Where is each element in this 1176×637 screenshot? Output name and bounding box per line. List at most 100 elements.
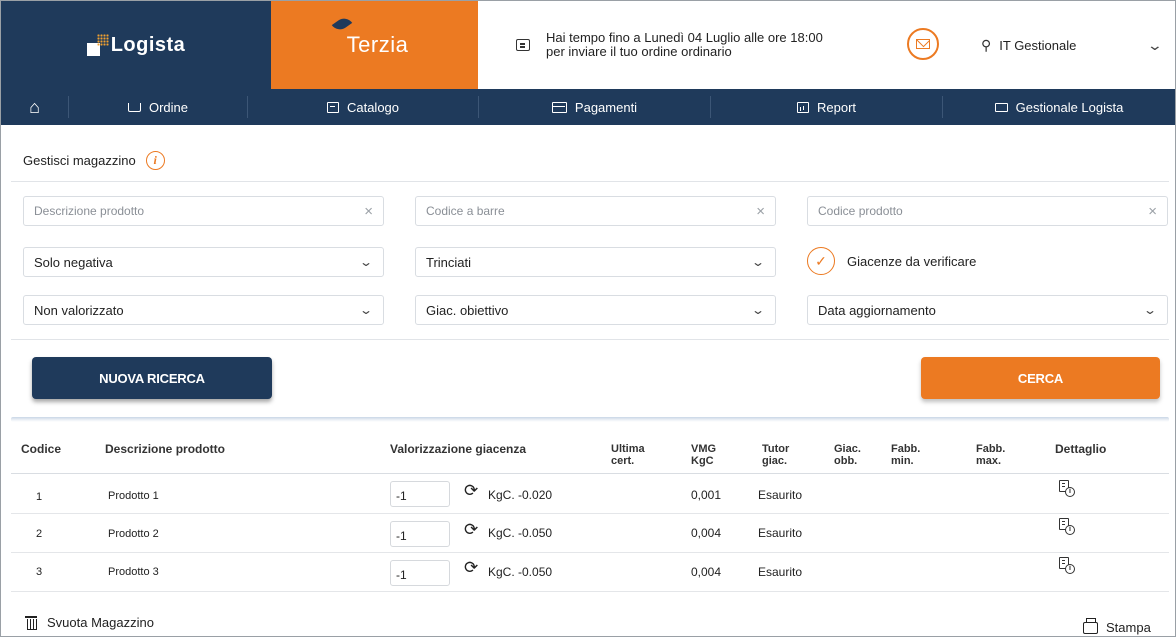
row-codice: 1 [36, 491, 43, 503]
nav-item-pagamenti[interactable]: Pagamenti [479, 96, 711, 118]
col-header-tutor-giac: Tutor giac. [762, 443, 789, 467]
row-kgc: KgC. -0.050 [488, 565, 553, 579]
col-header-descrizione: Descrizione prodotto [105, 442, 226, 456]
col-header-line: VMG [691, 443, 717, 455]
table-row: 3 Prodotto 3 -1 ⟳ KgC. -0.050 0,004 Esau… [11, 552, 1169, 592]
negativa-select[interactable]: Solo negativa ⌄ [23, 247, 384, 277]
detail-icon[interactable]: i [1059, 518, 1075, 535]
nav-item-label: Ordine [148, 99, 189, 115]
main-nav: ⌂ Ordine Catalogo Pagamenti Report Gesti… [1, 89, 1175, 125]
col-header-vmg-kgc: VMG KgC [691, 443, 716, 467]
nav-item-gestionale-logista[interactable]: Gestionale Logista [943, 96, 1175, 118]
col-header-dettaglio: Dettaglio [1055, 442, 1107, 456]
refresh-icon[interactable]: ⟳ [464, 481, 478, 501]
clear-icon[interactable]: × [364, 203, 373, 220]
trash-icon [25, 616, 37, 630]
col-header-line: KgC [691, 455, 714, 467]
nav-item-ordine[interactable]: Ordine [69, 96, 248, 118]
deadline-line-2: per inviare il tuo ordine ordinario [546, 44, 732, 59]
detail-icon[interactable]: i [1059, 557, 1075, 574]
refresh-icon[interactable]: ⟳ [464, 558, 478, 578]
giac-obiettivo-select-value: Giac. obiettivo [426, 302, 509, 318]
chevron-down-icon: ⌄ [358, 255, 374, 269]
codice-barre-placeholder: Codice a barre [426, 204, 505, 218]
svuota-magazzino-label: Svuota Magazzino [47, 615, 154, 630]
cerca-button[interactable]: CERCA [921, 357, 1160, 399]
data-aggiornamento-select[interactable]: Data aggiornamento ⌄ [807, 295, 1168, 325]
col-header-codice: Codice [21, 442, 62, 456]
card-icon [551, 101, 567, 113]
section-separator [11, 417, 1169, 422]
nuova-ricerca-button[interactable]: NUOVA RICERCA [32, 357, 272, 399]
page-title-text: Gestisci magazzino [23, 153, 136, 168]
giac-obiettivo-select[interactable]: Giac. obiettivo ⌄ [415, 295, 776, 325]
user-name: IT Gestionale [999, 38, 1077, 53]
row-vmg: 0,004 [691, 526, 722, 540]
svuota-magazzino-button[interactable]: Svuota Magazzino [25, 615, 154, 630]
giacenze-checkbox-label: Giacenze da verificare [847, 254, 977, 269]
logista-logo-mark [86, 34, 109, 56]
valorizzato-select[interactable]: Non valorizzato ⌄ [23, 295, 384, 325]
divider [11, 181, 1169, 182]
col-header-fabb-max: Fabb. max. [976, 443, 1005, 467]
col-header-line: giac. [762, 455, 788, 467]
categoria-select-value: Trinciati [426, 254, 472, 270]
col-header-line: min. [891, 455, 914, 467]
deadline-line-1: Hai tempo fino a Lunedì 04 Luglio alle o… [546, 30, 823, 45]
logista-logo[interactable]: Logista [1, 1, 271, 89]
row-vmg: 0,001 [691, 488, 722, 502]
nav-item-report[interactable]: Report [711, 96, 943, 118]
nav-item-label: Catalogo [346, 99, 400, 115]
chevron-down-icon[interactable]: ⌄ [1147, 37, 1163, 54]
nav-item-label: Report [816, 99, 857, 115]
col-header-ultima-cert: Ultima cert. [611, 443, 645, 467]
nav-item-catalogo[interactable]: Catalogo [248, 96, 479, 118]
chevron-down-icon: ⌄ [358, 303, 374, 317]
codice-prodotto-placeholder: Codice prodotto [818, 204, 903, 218]
valorizzato-select-value: Non valorizzato [34, 302, 124, 318]
giacenze-checkbox[interactable]: ✓ [807, 247, 835, 275]
col-header-line: Ultima [611, 443, 645, 455]
quantity-input[interactable]: -1 [390, 560, 450, 586]
codice-barre-input[interactable]: Codice a barre × [415, 196, 776, 226]
terzia-logo[interactable]: Terzia [271, 1, 478, 89]
descrizione-prodotto-placeholder: Descrizione prodotto [34, 204, 145, 218]
row-descrizione: Prodotto 2 [108, 528, 159, 540]
quantity-input[interactable]: -1 [390, 521, 450, 547]
row-kgc: KgC. -0.020 [488, 488, 553, 502]
row-codice: 3 [36, 566, 43, 578]
nav-item-label: Gestionale Logista [1015, 99, 1124, 115]
col-header-line: Tutor [762, 443, 790, 455]
clear-icon[interactable]: × [1148, 203, 1157, 220]
col-header-fabb-min: Fabb. min. [891, 443, 920, 467]
stampa-button[interactable]: Stampa [1083, 617, 1151, 635]
home-icon[interactable]: ⌂ [1, 96, 69, 118]
col-header-line: obb. [834, 455, 858, 467]
terzia-logo-text: Terzia [346, 32, 409, 57]
table-row: 1 Prodotto 1 -1 ⟳ KgC. -0.020 0,001 Esau… [11, 474, 1169, 514]
user-menu[interactable]: ⚲ IT Gestionale ⌄ [981, 37, 1171, 54]
info-icon[interactable]: i [145, 151, 165, 170]
clear-icon[interactable]: × [756, 203, 765, 220]
detail-icon[interactable]: i [1059, 480, 1075, 497]
codice-prodotto-input[interactable]: Codice prodotto × [807, 196, 1168, 226]
chart-icon [796, 101, 809, 113]
categoria-select[interactable]: Trinciati ⌄ [415, 247, 776, 277]
mail-button[interactable] [907, 28, 939, 60]
chevron-down-icon: ⌄ [750, 303, 766, 317]
col-header-giac-obb: Giac. obb. [834, 443, 861, 467]
row-codice: 2 [36, 528, 43, 540]
user-icon: ⚲ [981, 37, 992, 53]
negativa-select-value: Solo negativa [34, 254, 113, 270]
cart-icon [127, 102, 141, 112]
descrizione-prodotto-input[interactable]: Descrizione prodotto × [23, 196, 384, 226]
nav-item-label: Pagamenti [574, 99, 638, 115]
stampa-label: Stampa [1106, 620, 1151, 635]
chat-icon [516, 39, 530, 51]
chevron-down-icon: ⌄ [750, 255, 766, 269]
chevron-down-icon: ⌄ [1142, 303, 1158, 317]
refresh-icon[interactable]: ⟳ [464, 520, 478, 540]
page-title: Gestisci magazzino i [23, 151, 165, 170]
row-tutor: Esaurito [758, 565, 803, 579]
quantity-input[interactable]: -1 [390, 481, 450, 507]
